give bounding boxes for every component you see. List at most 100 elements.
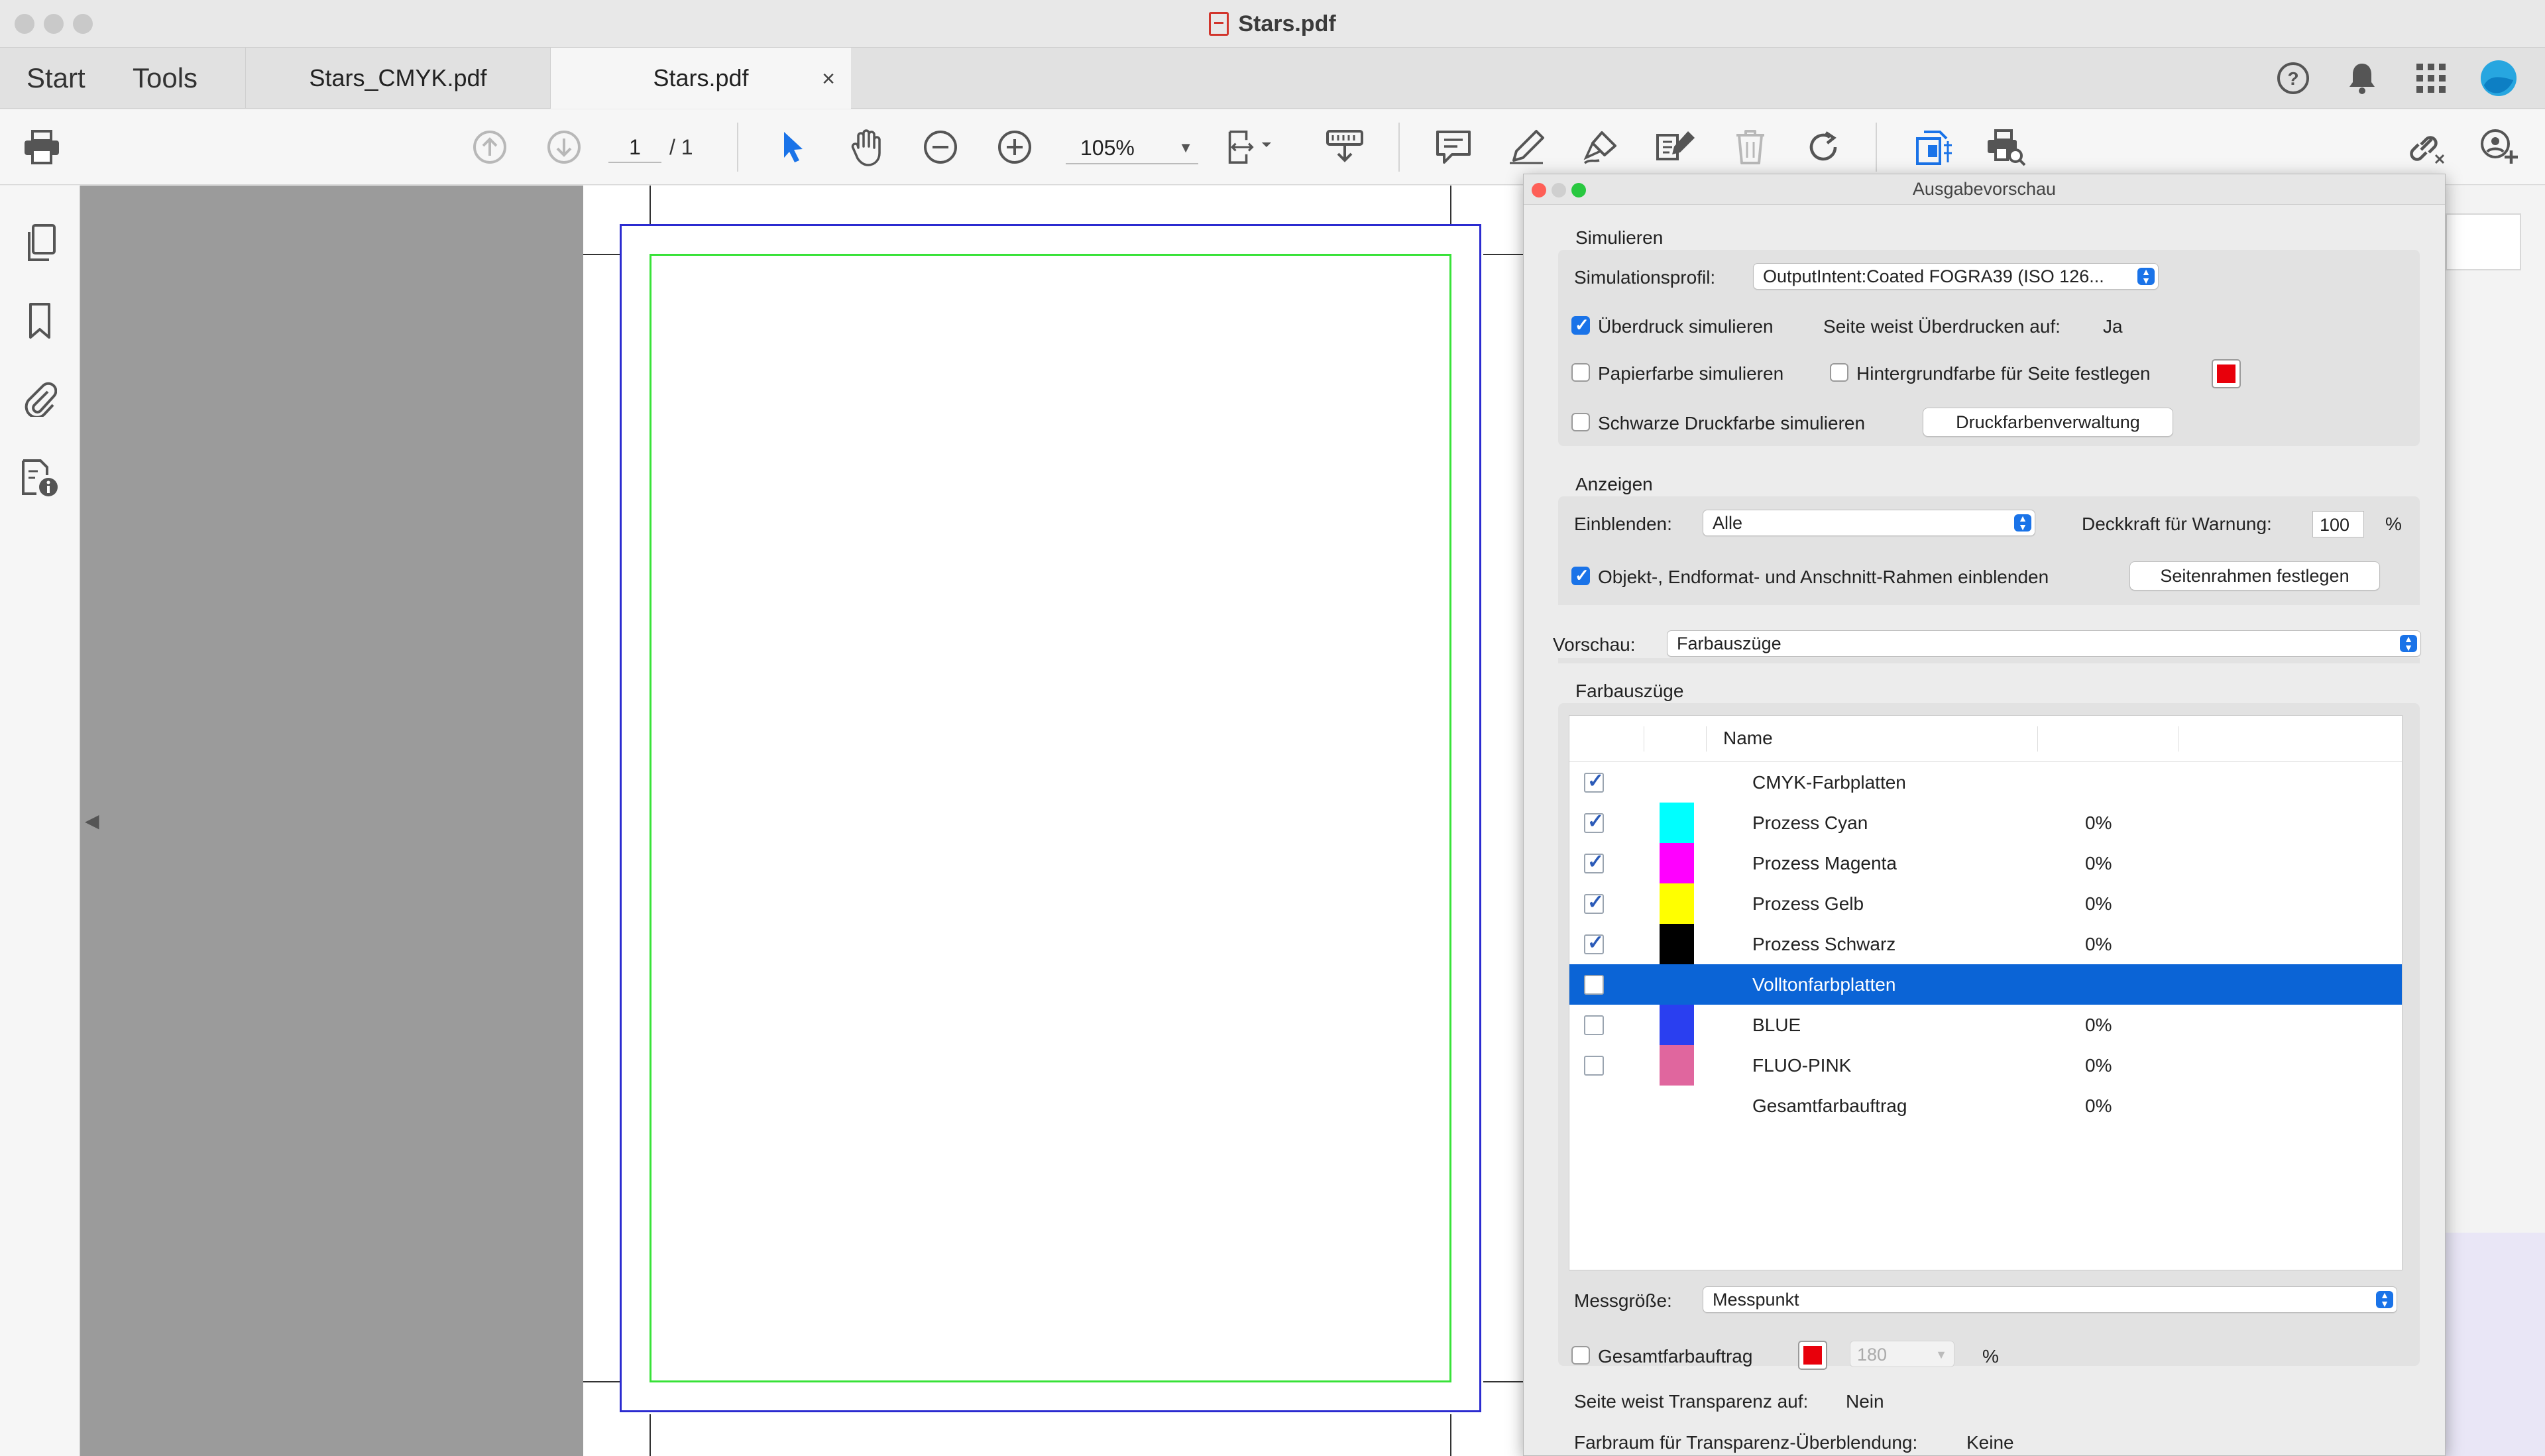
collapse-panel-arrow-icon[interactable]: ◀ (85, 810, 99, 832)
separation-swatch (1660, 924, 1694, 964)
preview-value: Farbauszüge (1677, 634, 1782, 653)
preview-label: Vorschau: (1553, 634, 1636, 655)
select-tool-icon[interactable] (771, 125, 815, 169)
rotate-icon[interactable] (1801, 125, 1845, 169)
zoom-in-icon[interactable] (993, 125, 1037, 169)
show-label: Einblenden: (1574, 514, 1672, 534)
right-pane-panel (2446, 1233, 2545, 1456)
page-frames-button[interactable]: Seitenrahmen festlegen (2129, 561, 2380, 590)
bell-icon[interactable] (2344, 60, 2381, 97)
page-number-input[interactable]: 1 (608, 131, 661, 163)
separation-checkbox[interactable] (1584, 1015, 1604, 1035)
hand-tool-icon[interactable] (846, 125, 889, 169)
separation-checkbox[interactable] (1584, 850, 1604, 873)
separation-row-cmyk-plates[interactable]: CMYK-Farbplatten (1569, 762, 2402, 803)
separation-checkbox[interactable] (1584, 1056, 1604, 1076)
background-color-checkbox[interactable] (1830, 363, 1848, 382)
separation-name: FLUO-PINK (1752, 1055, 1852, 1076)
total-coverage-checkbox[interactable] (1571, 1346, 1590, 1365)
separation-name: Prozess Cyan (1752, 812, 1868, 833)
total-coverage-combo[interactable]: 180 ▼ (1850, 1341, 1954, 1367)
highlight-pen-icon[interactable] (1504, 125, 1548, 169)
separation-row-total-coverage[interactable]: Gesamtfarbauftrag 0% (1569, 1086, 2402, 1126)
select-stepper-icon: ▲ ▼ (2137, 267, 2155, 285)
separation-row-spot-plates[interactable]: Volltonfarbplatten (1569, 964, 2402, 1005)
separations-list[interactable]: Name CMYK-Farbplatten Prozess Cyan 0% Pr… (1569, 715, 2403, 1270)
separation-row-yellow[interactable]: Prozess Gelb 0% (1569, 883, 2402, 924)
background-color-label: Hintergrundfarbe für Seite festlegen (1856, 363, 2151, 384)
tab-document-stars-cmyk[interactable]: Stars_CMYK.pdf (245, 48, 550, 109)
print-production-icon[interactable] (1984, 125, 2028, 169)
close-tab-icon[interactable]: × (822, 66, 835, 92)
add-user-icon[interactable] (2477, 125, 2521, 169)
separation-value: 0% (2085, 853, 2112, 873)
separations-heading: Farbauszüge (1575, 681, 1684, 701)
separation-row-fluo-pink[interactable]: FLUO-PINK 0% (1569, 1045, 2402, 1086)
trim-box-frame (650, 254, 1451, 1382)
simulate-paper-color-checkbox[interactable] (1571, 363, 1590, 382)
tab-label: Stars.pdf (653, 64, 749, 91)
simulate-overprint-checkbox[interactable] (1571, 315, 1590, 335)
total-coverage-unit: % (1982, 1346, 1999, 1367)
help-icon[interactable]: ? (2275, 60, 2312, 97)
column-header-name[interactable]: Name (1723, 728, 1773, 749)
edit-text-icon[interactable] (1654, 125, 1698, 169)
tab-tools[interactable]: Tools (133, 48, 198, 109)
blend-space-value: Keine (1966, 1432, 2014, 1453)
zoom-out-icon[interactable] (919, 125, 962, 169)
page-total: / 1 (669, 135, 693, 159)
tab-start[interactable]: Start (27, 48, 85, 109)
total-coverage-swatch[interactable] (1798, 1341, 1827, 1370)
panel-zoom-button[interactable] (1571, 183, 1586, 197)
show-frames-checkbox[interactable] (1571, 565, 1590, 586)
document-info-icon[interactable] (17, 456, 62, 501)
simulate-paper-color-label: Papierfarbe simulieren (1598, 363, 1784, 384)
warning-opacity-input[interactable]: 100 (2312, 511, 2364, 537)
ink-manager-button[interactable]: Druckfarbenverwaltung (1923, 408, 2173, 437)
apps-grid-icon[interactable] (2412, 60, 2450, 97)
separation-row-cyan[interactable]: Prozess Cyan 0% (1569, 803, 2402, 843)
background-color-swatch[interactable] (2212, 359, 2241, 388)
column-divider (2037, 726, 2038, 752)
scroll-mode-icon[interactable] (1323, 125, 1367, 169)
print-icon[interactable] (20, 125, 64, 169)
preview-select[interactable]: Farbauszüge ▲ ▼ (1667, 630, 2421, 657)
delete-icon[interactable] (1728, 125, 1772, 169)
chevron-down-icon: ▼ (1935, 1348, 1947, 1361)
account-avatar[interactable] (2480, 60, 2517, 97)
page-thumbnails-icon[interactable] (17, 220, 62, 265)
panel-minimize-button[interactable] (1552, 183, 1566, 197)
separation-checkbox[interactable] (1584, 810, 1604, 833)
simulation-profile-select[interactable]: OutputIntent:Coated FOGRA39 (ISO 126... … (1753, 263, 2159, 290)
comment-icon[interactable] (1432, 125, 1475, 169)
next-page-icon[interactable] (542, 125, 586, 169)
separation-checkbox[interactable] (1584, 769, 1604, 793)
separation-checkbox[interactable] (1584, 891, 1604, 914)
previous-page-icon[interactable] (468, 125, 512, 169)
attachment-icon[interactable] (17, 375, 62, 420)
panel-close-button[interactable] (1532, 183, 1546, 197)
separation-swatch (1660, 1045, 1694, 1086)
separation-name: Prozess Gelb (1752, 893, 1864, 914)
share-link-icon[interactable] (2404, 125, 2448, 169)
page-fit-icon[interactable] (1227, 125, 1271, 169)
zoom-level-dropdown[interactable]: 105% ▼ (1066, 131, 1198, 164)
sample-size-select[interactable]: Messpunkt ▲ ▼ (1703, 1286, 2397, 1313)
output-preview-icon[interactable] (1911, 125, 1955, 169)
crop-mark (1483, 1381, 1526, 1382)
column-divider (1706, 726, 1707, 752)
simulate-black-ink-checkbox[interactable] (1571, 413, 1590, 431)
show-select[interactable]: Alle ▲ ▼ (1703, 510, 2035, 536)
blend-space-label: Farbraum für Transparenz-Überblendung: (1574, 1432, 1918, 1453)
separation-checkbox[interactable] (1584, 975, 1604, 995)
separations-list-header: Name (1569, 716, 2402, 762)
draw-signature-icon[interactable] (1580, 125, 1624, 169)
tab-document-stars[interactable]: Stars.pdf × (550, 48, 851, 109)
separation-row-magenta[interactable]: Prozess Magenta 0% (1569, 843, 2402, 883)
separation-swatch (1660, 803, 1694, 843)
separation-row-blue[interactable]: BLUE 0% (1569, 1005, 2402, 1045)
separation-checkbox[interactable] (1584, 931, 1604, 954)
separation-row-black[interactable]: Prozess Schwarz 0% (1569, 924, 2402, 964)
simulation-profile-value: OutputIntent:Coated FOGRA39 (ISO 126... (1763, 266, 2104, 286)
bookmark-icon[interactable] (17, 298, 62, 343)
